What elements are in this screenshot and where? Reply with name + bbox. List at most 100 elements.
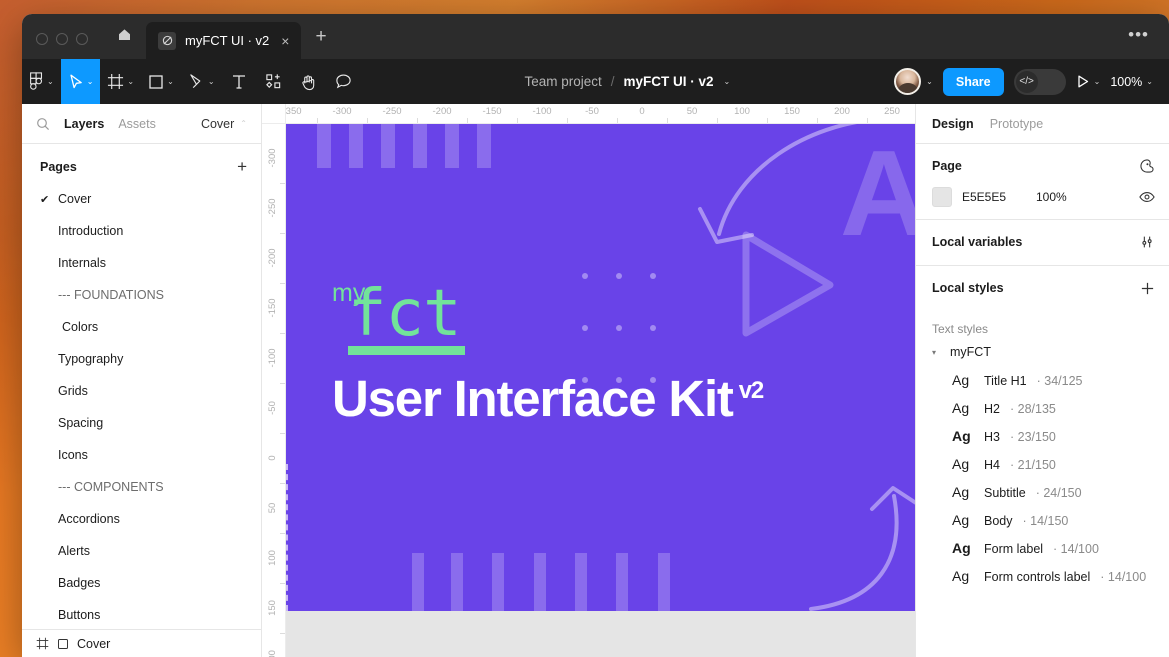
decor-triangle [742, 231, 834, 337]
page-list-item[interactable]: Internals [22, 247, 261, 279]
fill-opacity-value[interactable]: 100% [1036, 190, 1067, 204]
file-tab[interactable]: myFCT UI · v2 × [146, 22, 302, 59]
window-menu-button[interactable]: ••• [1128, 25, 1169, 59]
style-group-label: myFCT [950, 345, 991, 359]
page-list-item[interactable]: Grids [22, 375, 261, 407]
text-style-row[interactable]: Ag H4 · 21/150 [916, 450, 1169, 478]
move-tool-button[interactable]: ⌄ [60, 59, 101, 104]
page-list-item[interactable]: ✔ Cover [22, 183, 261, 215]
chevron-down-icon[interactable]: ⌄ [1094, 77, 1101, 86]
layer-row-cover[interactable]: Cover [22, 629, 261, 657]
triangle-down-icon[interactable]: ▾ [932, 348, 942, 357]
page-list-item[interactable]: Accordions [22, 503, 261, 535]
page-list-item[interactable]: --- FOUNDATIONS [22, 279, 261, 311]
ruler-tick-mark [617, 118, 618, 123]
text-style-row[interactable]: Ag Form controls label · 14/100 [916, 562, 1169, 590]
artboard-cover[interactable]: A my fct User Interface Kit v2 [286, 124, 915, 611]
text-style-row[interactable]: Ag Subtitle · 24/150 [916, 478, 1169, 506]
page-fill-row[interactable]: E5E5E5 100% [932, 187, 1155, 207]
present-button[interactable]: ⌄ [1076, 74, 1101, 89]
breadcrumb-file[interactable]: myFCT UI · v2 [624, 74, 714, 89]
text-style-row[interactable]: Ag Body · 14/150 [916, 506, 1169, 534]
add-page-button[interactable]: + [237, 158, 247, 175]
text-styles-label: Text styles [932, 322, 989, 336]
text-style-row[interactable]: Ag H3 · 23/150 [916, 422, 1169, 450]
search-icon[interactable] [36, 117, 50, 131]
sliders-icon[interactable] [1139, 234, 1155, 250]
page-list-item[interactable]: Buttons [22, 599, 261, 629]
page-list-item[interactable]: --- COMPONENTS [22, 471, 261, 503]
text-tool-button[interactable] [222, 59, 256, 104]
style-group-myfct[interactable]: ▾ myFCT [916, 338, 1169, 366]
local-variables-header: Local variables [932, 231, 1155, 253]
ruler-tick-mark [280, 483, 285, 484]
home-button[interactable] [102, 14, 146, 59]
chevron-down-icon[interactable]: ⌄ [724, 77, 731, 86]
text-style-row[interactable]: Ag H2 · 28/135 [916, 394, 1169, 422]
page-list-item[interactable]: Badges [22, 567, 261, 599]
page-list-item[interactable]: Spacing [22, 407, 261, 439]
text-style-row[interactable]: Ag Form label · 14/100 [916, 534, 1169, 562]
ruler-tick-label: -50 [585, 106, 599, 117]
text-style-name: H4 [984, 458, 1000, 472]
canvas-area[interactable]: -350 -300 -250 -200 -150 -100 -50 0 50 100 150 200 2… [262, 104, 915, 657]
ruler-tick-mark [280, 533, 285, 534]
ruler-tick-label: 150 [784, 106, 800, 117]
zoom-level-label: 100% [1110, 74, 1143, 89]
add-style-button[interactable] [1140, 281, 1155, 296]
zoom-control[interactable]: 100% ⌄ [1110, 75, 1153, 89]
tab-prototype[interactable]: Prototype [990, 117, 1044, 131]
page-settings-icon[interactable] [1139, 158, 1155, 174]
page-list-item-label: --- FOUNDATIONS [58, 288, 165, 302]
resources-tool-button[interactable] [256, 59, 291, 104]
hand-tool-button[interactable] [291, 59, 326, 104]
tab-assets[interactable]: Assets [118, 117, 156, 131]
shape-tool-button[interactable]: ⌄ [141, 59, 181, 104]
maximize-window-button[interactable] [76, 33, 88, 45]
decor-bar [534, 553, 546, 611]
cover-headline-version: v2 [738, 377, 765, 404]
text-style-row[interactable]: Ag Title H1 · 34/125 [916, 366, 1169, 394]
local-variables-section[interactable]: Local variables [916, 220, 1169, 266]
design-prototype-tabbar: Design Prototype [916, 104, 1169, 144]
tab-layers[interactable]: Layers [64, 117, 104, 131]
decor-letter-a: A [839, 125, 915, 261]
local-styles-section[interactable]: Local styles [916, 266, 1169, 311]
page-list-item[interactable]: Introduction [22, 215, 261, 247]
ruler-tick-mark [280, 333, 285, 334]
chevron-down-icon: ⌄ [167, 77, 174, 86]
share-button[interactable]: Share [942, 67, 1004, 96]
close-window-button[interactable] [36, 33, 48, 45]
pen-tool-button[interactable]: ⌄ [181, 59, 222, 104]
ruler-tick-label: 150 [267, 600, 278, 616]
breadcrumb-team[interactable]: Team project [524, 74, 601, 89]
figma-menu-button[interactable]: ⌄ [22, 59, 61, 104]
page-list-item[interactable]: Colors [22, 311, 261, 343]
close-icon[interactable]: × [278, 32, 292, 50]
page-list-item[interactable]: Typography [22, 343, 261, 375]
comment-icon [335, 73, 352, 90]
comment-tool-button[interactable] [326, 59, 361, 104]
brand-logo: my fct [330, 279, 465, 355]
window-controls[interactable] [22, 33, 102, 59]
dev-mode-toggle[interactable]: </> [1013, 68, 1066, 95]
color-swatch[interactable] [932, 187, 952, 207]
page-list-item[interactable]: Alerts [22, 535, 261, 567]
canvas-stage[interactable]: A my fct User Interface Kit v2 [286, 124, 915, 657]
vertical-ruler[interactable]: -300 -250 -200 -150 -100 -50 0 50 100 150 200 [262, 124, 286, 657]
page-list-item-label: Badges [58, 576, 101, 590]
eye-icon[interactable] [1139, 190, 1155, 204]
page-list-item[interactable]: Icons [22, 439, 261, 471]
user-avatar-menu[interactable]: ⌄ [894, 68, 933, 95]
page-selector[interactable]: Cover ⌃ [201, 117, 247, 131]
fill-hex-value[interactable]: E5E5E5 [962, 190, 1026, 204]
ruler-tick-label: 0 [267, 455, 278, 461]
ruler-tick-mark [367, 118, 368, 123]
minimize-window-button[interactable] [56, 33, 68, 45]
frame-tool-button[interactable]: ⌄ [100, 59, 141, 104]
ruler-tick-label: -50 [267, 401, 278, 415]
ruler-tick-label: 200 [834, 106, 850, 117]
new-tab-button[interactable]: + [301, 27, 338, 59]
tab-design[interactable]: Design [932, 117, 974, 131]
horizontal-ruler[interactable]: -350 -300 -250 -200 -150 -100 -50 0 50 100 150 200 2… [286, 104, 915, 124]
